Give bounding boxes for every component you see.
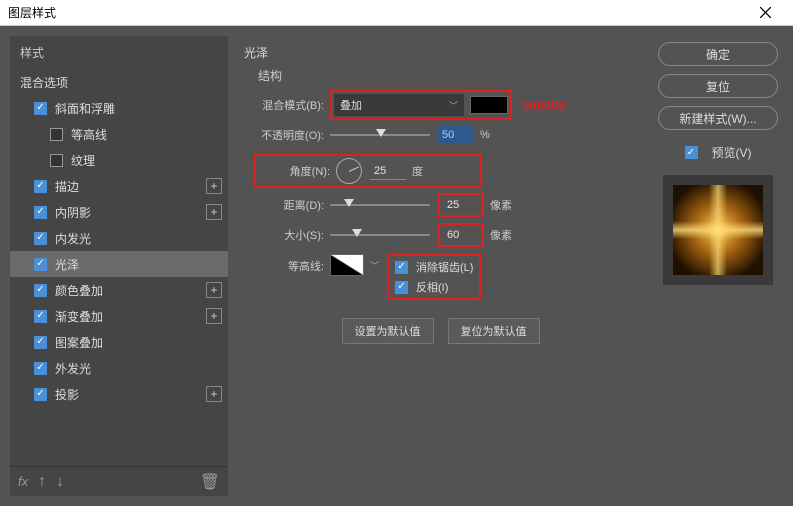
style-item-3[interactable]: 描边 + [10,173,228,199]
arrow-down-icon[interactable]: ↓ [56,473,64,491]
add-effect-button[interactable]: + [206,178,222,194]
arrow-up-icon[interactable]: ↑ [38,473,46,491]
style-checkbox[interactable] [34,102,47,115]
opacity-unit: % [480,129,490,141]
distance-label: 距离(D): [238,197,324,213]
set-default-button[interactable]: 设置为默认值 [342,318,434,344]
style-item-label: 颜色叠加 [55,282,103,299]
style-item-10[interactable]: 外发光 [10,355,228,381]
antialias-checkbox[interactable] [395,261,408,274]
style-item-2[interactable]: 纹理 [10,147,228,173]
style-item-7[interactable]: 颜色叠加 + [10,277,228,303]
style-checkbox[interactable] [34,310,47,323]
style-item-label: 内发光 [55,230,91,247]
color-swatch[interactable] [470,96,508,114]
style-item-label: 描边 [55,178,79,195]
style-item-4[interactable]: 内阴影 + [10,199,228,225]
style-item-label: 等高线 [71,126,107,143]
style-checkbox[interactable] [34,180,47,193]
style-item-label: 投影 [55,386,79,403]
style-checkbox[interactable] [50,128,63,141]
add-effect-button[interactable]: + [206,204,222,220]
add-effect-button[interactable]: + [206,308,222,324]
style-item-label: 斜面和浮雕 [55,100,115,117]
trash-icon[interactable]: 🗑 [200,472,220,492]
window-title: 图层样式 [8,4,56,21]
invert-label: 反相(I) [416,279,448,295]
size-label: 大小(S): [238,227,324,243]
distance-slider[interactable] [330,204,430,206]
settings-panel: 光泽 结构 混合模式(B): 叠加 ﹀ 000000 不透明度(O): 50 %… [238,36,643,496]
chevron-down-icon[interactable]: ﹀ [370,259,379,272]
antialias-label: 消除锯齿(L) [416,259,473,275]
new-style-button[interactable]: 新建样式(W)... [658,106,778,130]
fx-icon[interactable]: fx [18,474,28,489]
style-item-11[interactable]: 投影 + [10,381,228,407]
blend-mode-dropdown[interactable]: 叠加 ﹀ [334,94,464,116]
style-checkbox[interactable] [34,336,47,349]
opacity-label: 不透明度(O): [238,127,324,143]
styles-header: 样式 [10,36,228,69]
style-item-label: 内阴影 [55,204,91,221]
chevron-down-icon: ﹀ [449,99,458,112]
style-item-9[interactable]: 图案叠加 [10,329,228,355]
reset-default-button[interactable]: 复位为默认值 [448,318,540,344]
right-panel: 确定 复位 新建样式(W)... 预览(V) [653,36,783,496]
style-item-label: 光泽 [55,256,79,273]
preview-thumbnail [663,175,773,285]
angle-dial[interactable] [336,158,362,184]
distance-unit: 像素 [490,197,512,213]
size-value[interactable]: 60 [443,226,479,244]
angle-label: 角度(N): [260,163,330,179]
styles-footer: fx ↑ ↓ 🗑 [10,466,228,496]
style-checkbox[interactable] [34,206,47,219]
annotation-hex: 000000 [522,98,565,113]
close-button[interactable] [745,0,785,26]
contour-picker[interactable] [330,254,364,276]
style-checkbox[interactable] [34,232,47,245]
ok-button[interactable]: 确定 [658,42,778,66]
distance-value[interactable]: 25 [443,196,479,214]
angle-value[interactable]: 25 [370,162,406,180]
style-item-8[interactable]: 渐变叠加 + [10,303,228,329]
size-unit: 像素 [490,227,512,243]
add-effect-button[interactable]: + [206,282,222,298]
invert-checkbox[interactable] [395,281,408,294]
style-item-label: 纹理 [71,152,95,169]
style-item-0[interactable]: 斜面和浮雕 [10,95,228,121]
size-slider[interactable] [330,234,430,236]
contour-label: 等高线: [238,258,324,274]
preview-checkbox[interactable] [685,146,698,159]
style-item-5[interactable]: 内发光 [10,225,228,251]
add-effect-button[interactable]: + [206,386,222,402]
style-checkbox[interactable] [34,362,47,375]
style-checkbox[interactable] [34,258,47,271]
styles-panel: 样式 混合选项斜面和浮雕等高线纹理描边 + 内阴影 + 内发光光泽颜色叠加 + 渐变叠加 + 图… [10,36,228,496]
style-item-6[interactable]: 光泽 [10,251,228,277]
style-checkbox[interactable] [34,284,47,297]
style-item-label: 外发光 [55,360,91,377]
cancel-button[interactable]: 复位 [658,74,778,98]
style-checkbox[interactable] [50,154,63,167]
preview-label: 预览(V) [712,144,752,161]
opacity-slider[interactable] [330,134,430,136]
section-title: 光泽 [238,44,643,61]
angle-unit: 度 [412,163,423,179]
style-item-label: 图案叠加 [55,334,103,351]
style-item-1[interactable]: 等高线 [10,121,228,147]
blending-options[interactable]: 混合选项 [10,69,228,95]
style-item-label: 渐变叠加 [55,308,103,325]
style-checkbox[interactable] [34,388,47,401]
section-subtitle: 结构 [238,67,643,84]
opacity-value[interactable]: 50 [438,126,474,144]
blend-mode-label: 混合模式(B): [238,97,324,113]
